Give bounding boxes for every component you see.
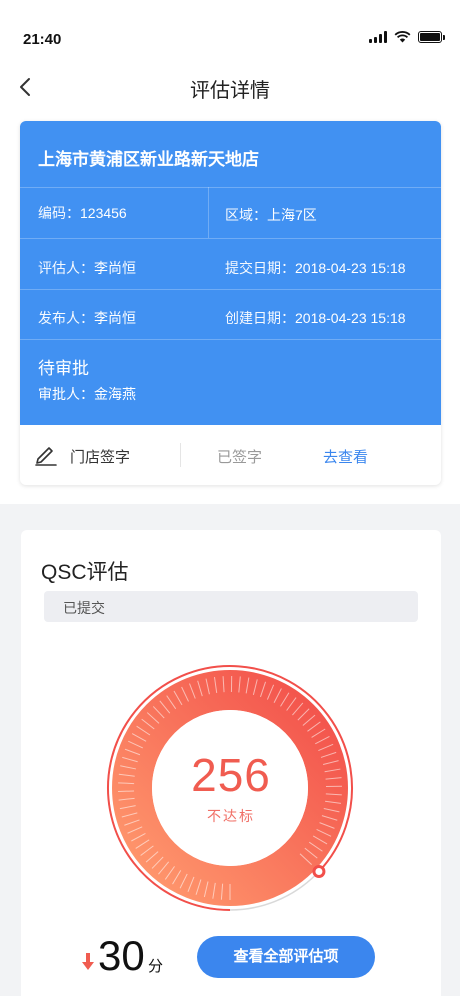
create-date: 创建日期：2018-04-23 15:18 [225, 310, 406, 326]
gauge-indicator [312, 865, 326, 879]
divider [208, 187, 209, 238]
store-info-card: 上海市黄浦区新业路新天地店 编码：123456 区域：上海7区 评估人：李尚恒 … [20, 121, 441, 485]
store-code: 编码：123456 [38, 205, 127, 221]
view-all-items-button[interactable]: 查看全部评估项 [197, 936, 375, 978]
wifi-icon [394, 31, 411, 43]
score-status: 不达标 [207, 808, 255, 824]
store-signature-row: 门店签字 已签字 去查看 [20, 425, 441, 485]
divider [20, 339, 441, 340]
status-time: 21:40 [23, 31, 62, 48]
qsc-evaluation-card: QSC评估 已提交 256 不达标 30 分 查看全部评估项 [21, 530, 441, 996]
divider [20, 289, 441, 290]
status-icons [369, 31, 445, 43]
publisher: 发布人：李尚恒 [38, 310, 136, 326]
score-value: 256 [191, 749, 271, 801]
battery-icon [418, 31, 445, 43]
page-title: 评估详情 [190, 80, 270, 102]
submit-date: 提交日期：2018-04-23 15:18 [225, 260, 406, 276]
signature-status: 已签字 [217, 449, 263, 466]
down-arrow-icon [82, 953, 94, 970]
store-name: 上海市黄浦区新业路新天地店 [38, 150, 259, 169]
divider [20, 238, 441, 239]
store-region: 区域：上海7区 [225, 207, 317, 223]
qsc-title: QSC评估 [41, 561, 129, 584]
qsc-status-badge: 已提交 [44, 591, 418, 622]
approval-status: 待审批 [38, 359, 89, 378]
store-info-panel: 上海市黄浦区新业路新天地店 编码：123456 区域：上海7区 评估人：李尚恒 … [20, 121, 441, 425]
divider [20, 187, 441, 188]
evaluator: 评估人：李尚恒 [38, 260, 136, 276]
status-bar: 21:40 [0, 0, 460, 62]
view-signature-link[interactable]: 去查看 [323, 446, 368, 467]
signature-pen-icon [35, 447, 57, 466]
signature-label: 门店签字 [70, 449, 131, 466]
cellular-signal-icon [369, 31, 387, 43]
score-change-value: 30 [98, 932, 145, 979]
approver: 审批人：金海燕 [38, 386, 136, 402]
navigation-bar: 评估详情 [0, 62, 460, 112]
divider [180, 443, 181, 467]
score-change-unit: 分 [148, 958, 164, 975]
